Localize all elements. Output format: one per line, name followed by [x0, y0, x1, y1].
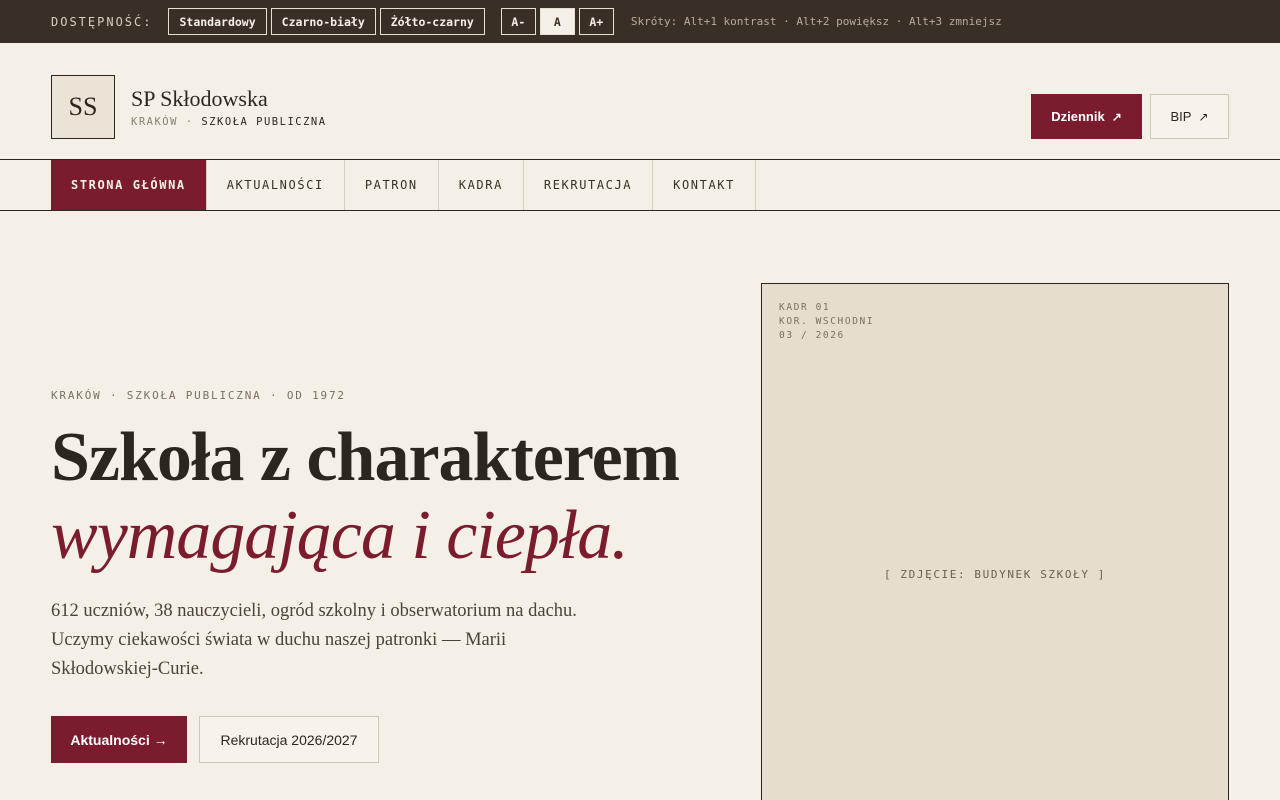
- school-subtitle: KRAKÓW · SZKOŁA PUBLICZNA: [131, 116, 327, 128]
- external-link-icon: ↗: [1198, 109, 1209, 124]
- accessibility-bar: DOSTĘPNOŚĆ: Standardowy Czarno-biały Żół…: [0, 0, 1280, 43]
- subtitle-type: SZKOŁA PUBLICZNA: [201, 116, 327, 128]
- dziennik-button[interactable]: Dziennik ↗: [1031, 94, 1142, 139]
- nav-item-admissions[interactable]: REKRUTACJA: [524, 160, 654, 210]
- photo-meta: KADR 01 KOR. WSCHODNI 03 / 2026: [779, 301, 874, 343]
- photo-caption: [ ZDJĘCIE: BUDYNEK SZKOŁY ]: [883, 568, 1106, 581]
- main-navigation: STRONA GŁÓWNA AKTUALNOŚCI PATRON KADRA R…: [0, 159, 1280, 211]
- dziennik-label: Dziennik: [1051, 109, 1105, 124]
- font-default-button[interactable]: A: [539, 8, 575, 35]
- nav-item-patron[interactable]: PATRON: [345, 160, 439, 210]
- site-header: SS SP Skłodowska KRAKÓW · SZKOŁA PUBLICZ…: [0, 43, 1280, 159]
- mode-yellow-black-button[interactable]: Żółto-czarny: [379, 8, 485, 35]
- school-photo-placeholder: KADR 01 KOR. WSCHODNI 03 / 2026 [ ZDJĘCI…: [761, 283, 1229, 800]
- photo-date-label: 03 / 2026: [779, 330, 845, 341]
- nav-list: STRONA GŁÓWNA AKTUALNOŚCI PATRON KADRA R…: [51, 160, 756, 210]
- admissions-cta-button[interactable]: Rekrutacja 2026/2027: [199, 716, 379, 763]
- bip-label: BIP: [1170, 109, 1192, 124]
- nav-item-news[interactable]: AKTUALNOŚCI: [207, 160, 345, 210]
- nav-item-staff[interactable]: KADRA: [439, 160, 524, 210]
- nav-item-home[interactable]: STRONA GŁÓWNA: [51, 160, 207, 210]
- photo-location-label: KOR. WSCHODNI: [779, 316, 875, 327]
- photo-frame-label: KADR 01: [779, 302, 831, 313]
- bip-button[interactable]: BIP ↗: [1150, 94, 1229, 139]
- news-cta-button[interactable]: Aktualności →: [51, 716, 187, 763]
- mode-standard-button[interactable]: Standardowy: [168, 8, 267, 35]
- font-decrease-button[interactable]: A-: [500, 8, 536, 35]
- font-increase-button[interactable]: A+: [578, 8, 614, 35]
- mode-black-white-button[interactable]: Czarno-biały: [270, 8, 376, 35]
- school-logo[interactable]: SS: [51, 75, 115, 139]
- hero-kicker: KRAKÓW · SZKOŁA PUBLICZNA · OD 1972: [51, 389, 346, 402]
- nav-item-contact[interactable]: KONTAKT: [653, 160, 756, 210]
- school-name[interactable]: SP Skłodowska: [131, 86, 268, 112]
- shortcuts-hint: Skróty: Alt+1 kontrast · Alt+2 powiększ …: [630, 15, 1002, 28]
- external-link-icon: ↗: [1111, 109, 1122, 124]
- hero-lead: 612 uczniów, 38 nauczycieli, ogród szkol…: [51, 601, 577, 679]
- subtitle-city: KRAKÓW ·: [131, 116, 194, 128]
- hero-title: Szkoła z charakterem: [51, 419, 680, 496]
- hero-title-accent: wymagająca i ciepła.: [51, 497, 629, 574]
- accessibility-label: DOSTĘPNOŚĆ:: [51, 14, 153, 29]
